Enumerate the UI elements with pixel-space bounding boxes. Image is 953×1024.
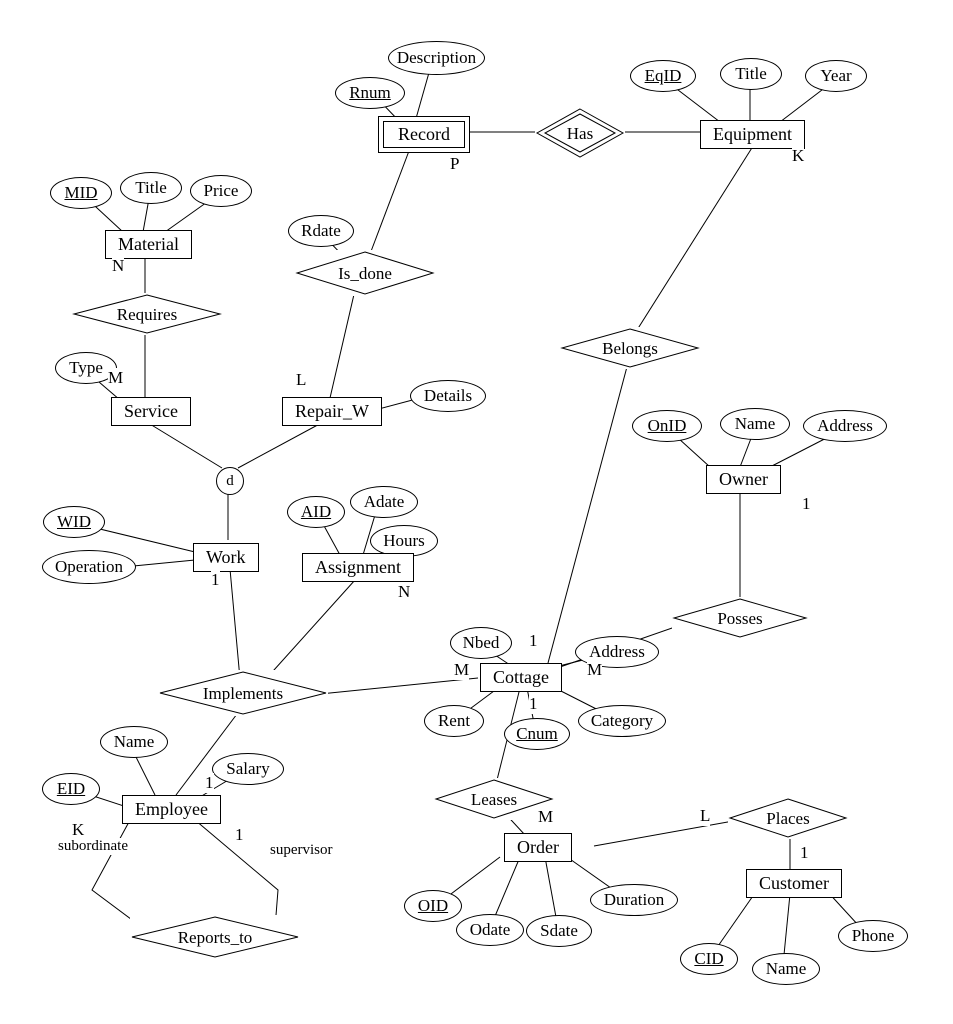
attr-details: Details — [410, 380, 486, 412]
attr-aid: AID — [287, 496, 345, 528]
attr-cid: CID — [680, 943, 738, 975]
attr-salary: Salary — [212, 753, 284, 785]
entity-work: Work — [193, 543, 259, 572]
attr-description: Description — [388, 41, 485, 75]
attr-oid: OID — [404, 890, 462, 922]
rel-is-done: Is_done — [295, 250, 435, 296]
attr-odate: Odate — [456, 914, 524, 946]
card-emp-k: K — [72, 820, 84, 840]
attr-operation: Operation — [42, 550, 136, 584]
specialization-d: d — [216, 467, 244, 495]
rel-implements: Implements — [158, 670, 328, 716]
card-leases-1: 1 — [529, 694, 538, 714]
attr-address-owner: Address — [803, 410, 887, 442]
attr-nbed: Nbed — [450, 627, 512, 659]
entity-employee: Employee — [122, 795, 221, 824]
role-subordinate: subordinate — [58, 838, 128, 855]
card-posses-m: M — [587, 660, 602, 680]
attr-phone: Phone — [838, 920, 908, 952]
entity-material: Material — [105, 230, 192, 259]
attr-adate: Adate — [350, 486, 418, 518]
card-impl-m: M — [454, 660, 469, 680]
entity-order: Order — [504, 833, 572, 862]
attr-mid: MID — [50, 177, 112, 209]
attr-rent: Rent — [424, 705, 484, 737]
attr-onid: OnID — [632, 410, 702, 442]
card-belongs-1: 1 — [529, 631, 538, 651]
rel-has: Has — [535, 107, 625, 159]
card-cust-1: 1 — [800, 843, 809, 863]
attr-price: Price — [190, 175, 252, 207]
entity-equipment: Equipment — [700, 120, 805, 149]
attr-title-eq: Title — [720, 58, 782, 90]
attr-eid: EID — [42, 773, 100, 805]
attr-title-mat: Title — [120, 172, 182, 204]
attr-rnum: Rnum — [335, 77, 405, 109]
rel-reports-to: Reports_to — [130, 915, 300, 959]
attr-year: Year — [805, 60, 867, 92]
role-supervisor: supervisor — [270, 842, 333, 859]
card-l: L — [296, 370, 306, 390]
attr-name-cust: Name — [752, 953, 820, 985]
card-order-l: L — [700, 806, 710, 826]
card-n-mat: N — [112, 256, 124, 276]
rel-leases: Leases — [434, 778, 554, 820]
attr-name-emp: Name — [100, 726, 168, 758]
attr-wid: WID — [43, 506, 105, 538]
card-order-m: M — [538, 807, 553, 827]
entity-service: Service — [111, 397, 191, 426]
attr-rdate: Rdate — [288, 215, 354, 247]
attr-cnum: Cnum — [504, 718, 570, 750]
rel-requires: Requires — [72, 293, 222, 335]
card-emp-1: 1 — [205, 773, 214, 793]
rel-posses: Posses — [672, 597, 808, 639]
entity-customer: Customer — [746, 869, 842, 898]
attr-eqid: EqID — [630, 60, 696, 92]
entity-repair-w: Repair_W — [282, 397, 382, 426]
attr-sdate: Sdate — [526, 915, 592, 947]
card-assign-n: N — [398, 582, 410, 602]
attr-category: Category — [578, 705, 666, 737]
card-m-req: M — [108, 368, 123, 388]
card-work-1: 1 — [211, 570, 220, 590]
card-k: K — [792, 146, 804, 166]
entity-owner: Owner — [706, 465, 781, 494]
rel-belongs: Belongs — [560, 327, 700, 369]
entity-cottage: Cottage — [480, 663, 562, 692]
rel-places: Places — [728, 797, 848, 839]
entity-assignment: Assignment — [302, 553, 414, 582]
attr-name-owner: Name — [720, 408, 790, 440]
card-p: P — [450, 154, 459, 174]
attr-duration: Duration — [590, 884, 678, 916]
card-emp-rep-1: 1 — [235, 825, 244, 845]
entity-record: Record — [378, 116, 470, 153]
card-owner-1: 1 — [802, 494, 811, 514]
